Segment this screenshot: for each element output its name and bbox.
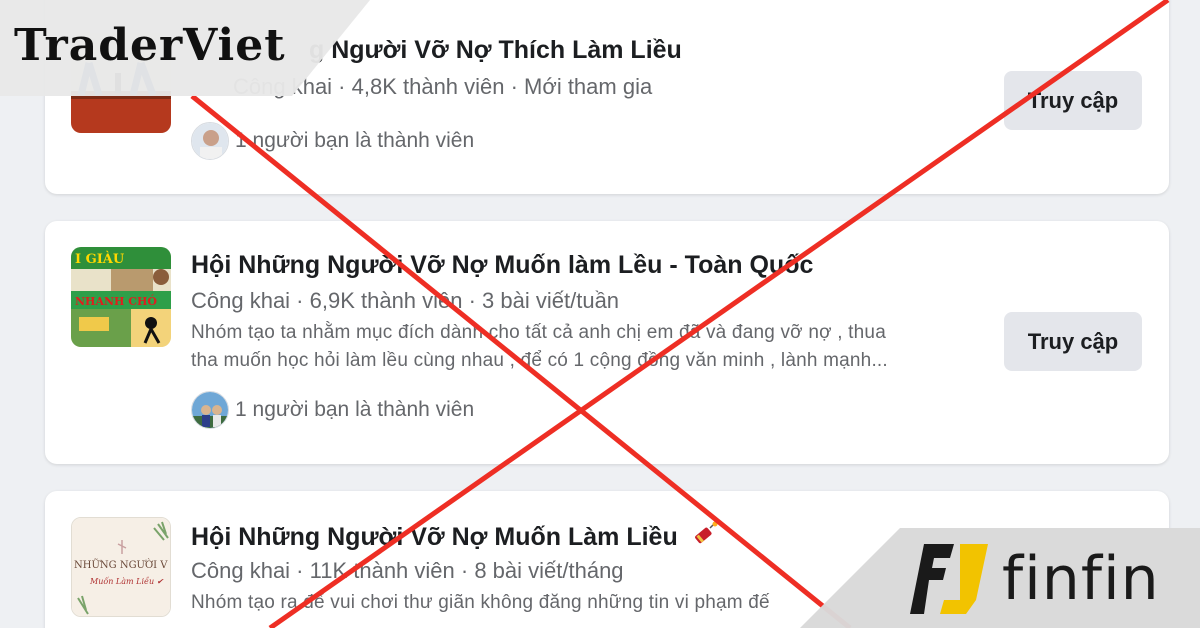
group-1-friends-text: 1 người bạn là thành viên (235, 129, 475, 152)
group-2-meta: Công khai · 6,9K thành viên · 3 bài viết… (191, 288, 620, 313)
thumb-3-text-2: Muốn Làm Liều ✔ (89, 577, 165, 586)
group-3-title-text[interactable]: Hội Những Người Vỡ Nợ Muốn Làm Liều (191, 523, 678, 551)
group-2-title[interactable]: Hội Những Người Vỡ Nợ Muốn làm Lều - Toà… (191, 251, 813, 280)
finfin-logo-text: finfin (1002, 544, 1160, 614)
group-3-title[interactable]: Hội Những Người Vỡ Nợ Muốn Làm Liều (191, 521, 719, 556)
group-2-friends-text: 1 người bạn là thành viên (235, 398, 475, 421)
group-1-visit-button[interactable]: Truy cập (1004, 71, 1142, 130)
group-1-friends: 1 người bạn là thành viên (191, 122, 474, 160)
thumb-3-text-1: NHỮNG NGƯỜI V (74, 559, 168, 571)
firecracker-icon (691, 521, 719, 556)
group-2-desc-line-2: tha muốn học hỏi làm lều cùng nhau , để … (191, 350, 888, 371)
group-2-visit-button[interactable]: Truy cập (1004, 312, 1142, 371)
friend-avatar[interactable] (191, 122, 229, 160)
finfin-logo-icon (910, 544, 988, 614)
group-2-friends: 1 người bạn là thành viên (191, 391, 474, 429)
thumb-2-text-1: I GIÀU (75, 251, 125, 267)
friend-avatar[interactable] (191, 391, 229, 429)
group-2-desc-line-1: Nhóm tạo ta nhằm mục đích dành cho tất c… (191, 322, 886, 343)
thumb-2-text-2: NHANH CHÓ (75, 294, 157, 308)
group-2-thumbnail[interactable]: I GIÀU NHANH CHÓ (71, 247, 171, 347)
traderviet-logo-text: TraderViet (14, 20, 286, 71)
group-3-meta: Công khai · 11K thành viên · 8 bài viết/… (191, 558, 624, 583)
group-2-description: Nhóm tạo ta nhằm mục đích dành cho tất c… (191, 319, 981, 375)
traderviet-watermark: TraderViet (0, 0, 370, 96)
group-3-thumbnail[interactable]: NHỮNG NGƯỜI V Muốn Làm Liều ✔ (71, 517, 171, 617)
finfin-watermark: finfin (800, 528, 1200, 628)
group-card-2[interactable]: I GIÀU NHANH CHÓ Hội Những Người Vỡ Nợ M… (45, 221, 1169, 464)
